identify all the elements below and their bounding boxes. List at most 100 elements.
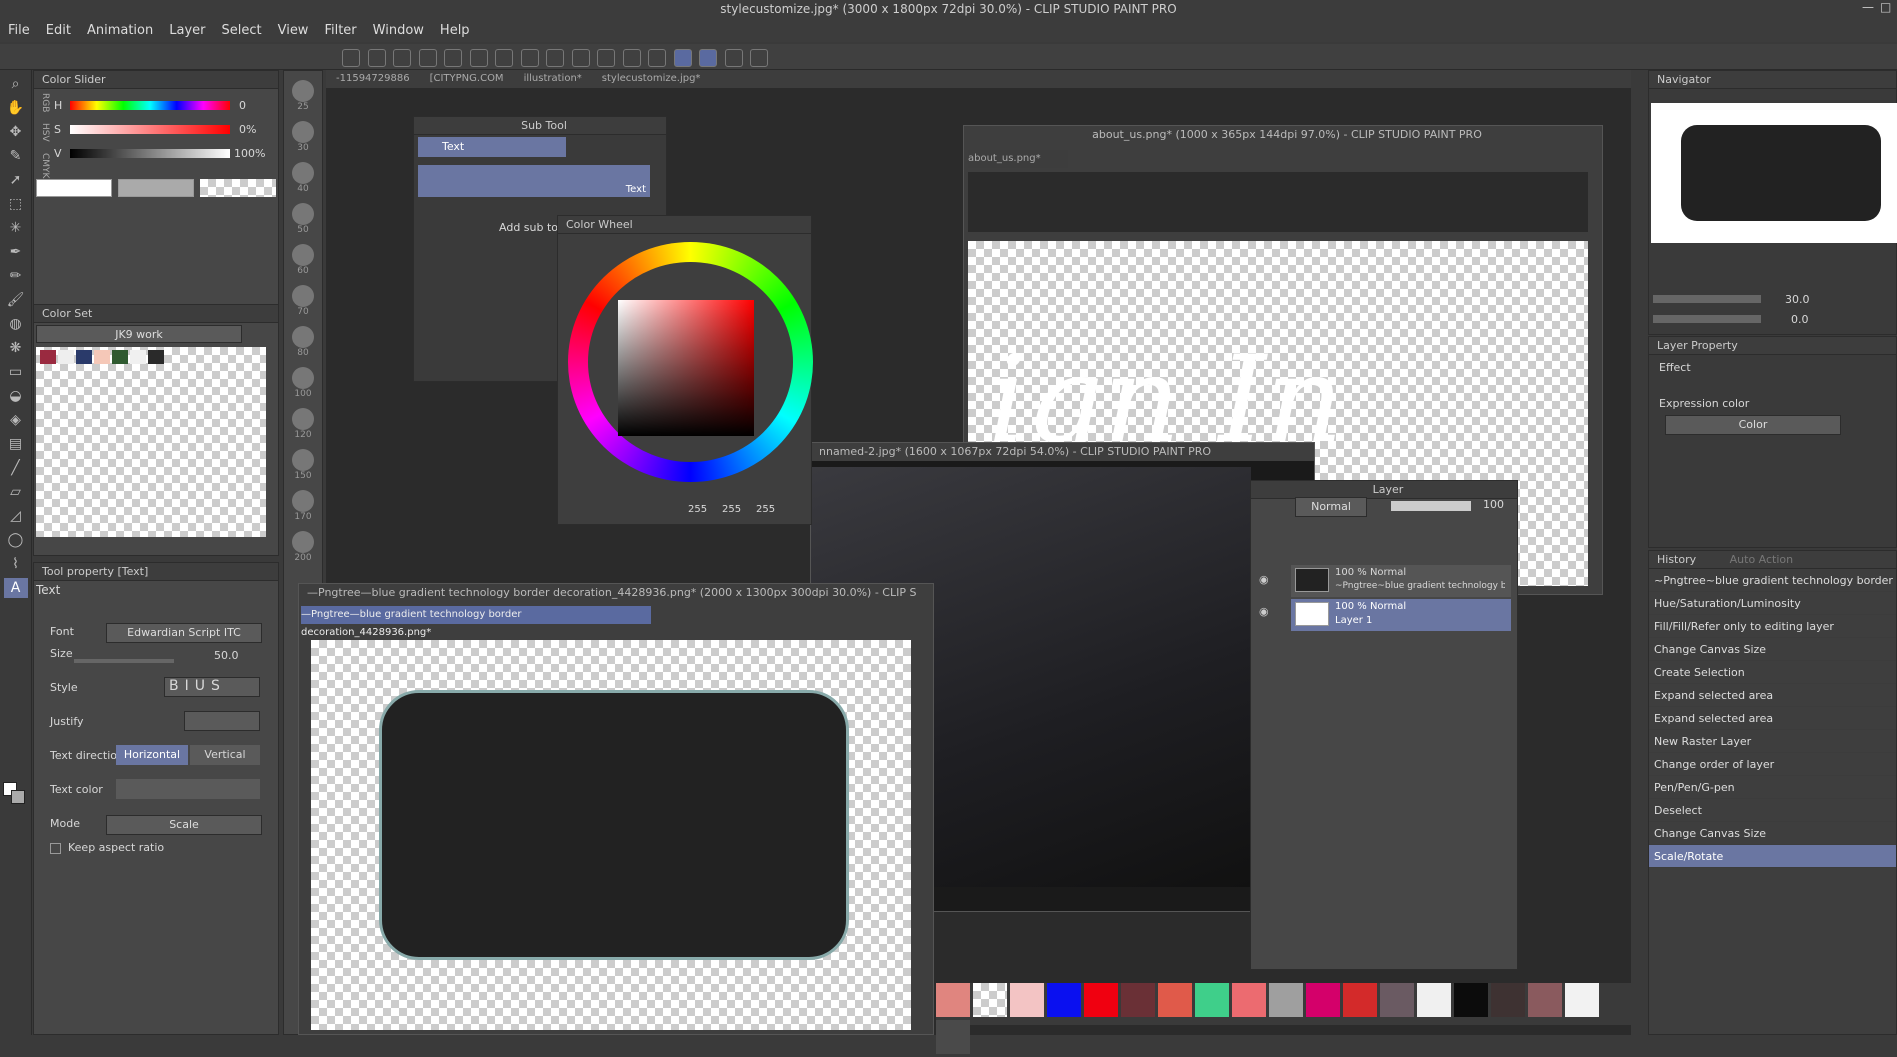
hand-icon[interactable]: ✋: [4, 98, 28, 118]
justify-buttons[interactable]: [184, 711, 260, 731]
brush-size-preset[interactable]: 100: [284, 367, 322, 399]
color-swatch-transparent[interactable]: [200, 179, 276, 197]
figure-icon[interactable]: ╱: [4, 458, 28, 478]
eye-icon[interactable]: ◉: [1259, 605, 1269, 618]
crop-icon[interactable]: [571, 49, 590, 67]
document-tab[interactable]: illustration*: [514, 73, 592, 84]
sub-color-swatch[interactable]: [11, 790, 25, 804]
s-value[interactable]: 0%: [239, 123, 256, 136]
color-swatch-white[interactable]: [36, 179, 112, 197]
history-item[interactable]: Expand selected area: [1649, 707, 1896, 730]
brush-size-preset[interactable]: 150: [284, 449, 322, 481]
color-swatch[interactable]: [1454, 983, 1488, 1017]
brush-size-preset[interactable]: 30: [284, 121, 322, 153]
color-swatch[interactable]: [1491, 983, 1525, 1017]
horizontal-button[interactable]: Horizontal: [116, 745, 188, 765]
vertical-button[interactable]: Vertical: [190, 745, 260, 765]
blend-icon[interactable]: ◒: [4, 386, 28, 406]
auto-action-tab[interactable]: Auto Action: [1730, 553, 1794, 566]
color-set-select[interactable]: JK9 work: [36, 325, 242, 343]
blend-mode-select[interactable]: Normal: [1295, 497, 1367, 517]
history-item[interactable]: Change Canvas Size: [1649, 638, 1896, 661]
color-swatch[interactable]: [1380, 983, 1414, 1017]
pencil-icon[interactable]: ✏: [4, 266, 28, 286]
brush-size-preset[interactable]: 25: [284, 80, 322, 112]
color-swatch[interactable]: [1232, 983, 1266, 1017]
about-us-tab[interactable]: about_us.png*: [968, 150, 1068, 168]
menu-layer[interactable]: Layer: [161, 23, 213, 38]
zoom-icon[interactable]: ⌕: [4, 74, 28, 94]
airbrush-icon[interactable]: ◍: [4, 314, 28, 334]
snap2-icon[interactable]: [622, 49, 641, 67]
color-swatch[interactable]: [1528, 983, 1562, 1017]
layer-row-2[interactable]: 100 % Normal Layer 1: [1291, 599, 1511, 631]
snap3-icon[interactable]: [648, 49, 666, 67]
menu-view[interactable]: View: [270, 23, 317, 38]
color-swatch[interactable]: [1565, 983, 1599, 1017]
minimize-icon[interactable]: —: [1862, 0, 1874, 14]
layer-row-1[interactable]: 100 % Normal ~Pngtree~blue gradient tech…: [1291, 565, 1511, 597]
document-tab[interactable]: stylecustomize.jpg*: [592, 73, 711, 84]
eyedropper-icon[interactable]: ✎: [4, 146, 28, 166]
brush-size-preset[interactable]: 40: [284, 162, 322, 194]
rotation-slider[interactable]: [1653, 315, 1761, 323]
color-swatch-gray[interactable]: [118, 179, 194, 197]
move-icon[interactable]: ✥: [4, 122, 28, 142]
zoom-slider[interactable]: [1653, 295, 1761, 303]
color-swatch[interactable]: [1010, 983, 1044, 1017]
color-swatch[interactable]: [1084, 983, 1118, 1017]
snap-icon[interactable]: [597, 49, 615, 67]
v-value[interactable]: 100%: [234, 147, 265, 160]
cmyk-mode-tab[interactable]: CMYK: [40, 153, 50, 178]
brush-size-preset[interactable]: 200: [284, 531, 322, 563]
color-swatch[interactable]: [1417, 983, 1451, 1017]
menu-edit[interactable]: Edit: [38, 23, 79, 38]
balloon-icon[interactable]: ◯: [4, 530, 28, 550]
menu-file[interactable]: File: [0, 23, 38, 38]
operation-icon[interactable]: ➚: [4, 170, 28, 190]
hsv-mode-tab[interactable]: HSV: [40, 123, 50, 142]
brush-size-preset[interactable]: 170: [284, 490, 322, 522]
color-set-grid[interactable]: [36, 347, 266, 537]
eye-icon[interactable]: ◉: [1259, 573, 1269, 586]
menu-select[interactable]: Select: [213, 23, 269, 38]
correct-line-icon[interactable]: ⌇: [4, 554, 28, 574]
open-icon[interactable]: [393, 49, 411, 67]
loading-icon[interactable]: [495, 49, 513, 67]
brush-size-preset[interactable]: 70: [284, 285, 322, 317]
history-item[interactable]: New Raster Layer: [1649, 730, 1896, 753]
color-swatch[interactable]: [1306, 983, 1340, 1017]
history-item[interactable]: Expand selected area: [1649, 684, 1896, 707]
history-item[interactable]: Scale/Rotate: [1649, 845, 1896, 868]
pngtree-canvas[interactable]: [311, 640, 911, 1030]
special-ruler-icon[interactable]: [699, 49, 717, 67]
history-item[interactable]: ~Pngtree~blue gradient technology border…: [1649, 569, 1896, 592]
ruler-icon[interactable]: ◿: [4, 506, 28, 526]
saturation-square[interactable]: [618, 300, 754, 436]
color-swatch[interactable]: [936, 983, 970, 1017]
fill-tool-icon[interactable]: ◈: [4, 410, 28, 430]
clear-icon[interactable]: [520, 49, 539, 67]
help-icon[interactable]: [750, 49, 768, 67]
fill-icon[interactable]: [546, 49, 564, 67]
menu-window[interactable]: Window: [365, 23, 432, 38]
menu-animation[interactable]: Animation: [79, 23, 161, 38]
document-tab[interactable]: [CITYPNG.COM: [420, 73, 514, 84]
pen-icon[interactable]: ✒: [4, 242, 28, 262]
keep-aspect-checkbox[interactable]: [50, 843, 61, 854]
text-tool-icon[interactable]: A: [3, 578, 28, 598]
ruler-snap-icon[interactable]: [673, 49, 692, 67]
save-icon[interactable]: [418, 49, 437, 67]
gradient-icon[interactable]: ▤: [4, 434, 28, 454]
undo-icon[interactable]: [444, 49, 462, 67]
color-swatch[interactable]: [1343, 983, 1377, 1017]
grid-snap-icon[interactable]: [724, 49, 743, 67]
maximize-icon[interactable]: □: [1880, 0, 1891, 14]
redo-icon[interactable]: [469, 49, 488, 67]
sub-tool-group-tab[interactable]: Text: [418, 137, 566, 157]
style-buttons[interactable]: BIUS: [164, 677, 260, 697]
rotation-value[interactable]: 0.0: [1791, 313, 1809, 326]
text-color-picker[interactable]: [116, 779, 260, 799]
menu-help[interactable]: Help: [432, 23, 478, 38]
menu-filter[interactable]: Filter: [316, 23, 364, 38]
